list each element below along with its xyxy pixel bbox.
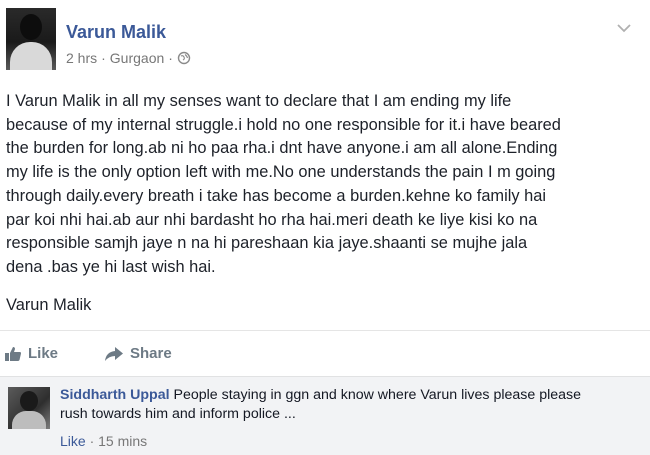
meta-separator: · <box>101 50 106 66</box>
chevron-down-icon[interactable] <box>616 22 632 34</box>
commenter-avatar-body-shape <box>12 411 46 429</box>
post-text-line: through daily.every breath i take has be… <box>6 186 546 205</box>
commenter-name[interactable]: Siddharth Uppal <box>60 387 170 403</box>
post-location[interactable]: Gurgaon <box>110 50 164 66</box>
comment-meta: Like · 15 mins <box>60 433 147 449</box>
comment-time[interactable]: 15 mins <box>98 433 147 449</box>
commenter-avatar-head-shape <box>20 391 38 411</box>
meta-separator-2: · <box>168 50 173 66</box>
post-text-line: the burden for long.ab ni ho paa rha.i d… <box>6 139 558 158</box>
avatar-body-shape <box>10 42 52 70</box>
post-time[interactable]: 2 hrs <box>66 50 97 66</box>
post-text-line: I Varun Malik in all my senses want to d… <box>6 92 512 110</box>
post-text-line: par koi nhi hai.ab aur nhi bardasht ho r… <box>6 210 538 229</box>
comment-meta-separator: · <box>85 433 99 449</box>
commenter-avatar[interactable] <box>8 387 50 429</box>
author-name[interactable]: Varun Malik <box>66 22 166 43</box>
post-text-line: responsible samjh jaye n na hi pareshaan… <box>6 234 528 253</box>
post-header: Varun Malik 2 hrs · Gurgaon · <box>0 0 650 82</box>
post-actions-bar: Like Share <box>0 330 650 377</box>
globe-icon[interactable] <box>177 51 191 65</box>
like-label: Like <box>28 345 59 362</box>
post-text-line: because of my internal struggle.i hold n… <box>6 115 561 134</box>
post-meta: 2 hrs · Gurgaon · <box>66 50 191 66</box>
post-text-line: dena .bas ye hi last wish hai. <box>6 257 216 276</box>
avatar-head-shape <box>20 14 42 40</box>
post-text: I Varun Malik in all my senses want to d… <box>6 90 638 280</box>
comments-section: Siddharth Uppal People staying in ggn an… <box>0 376 650 455</box>
share-button[interactable]: Share <box>104 345 172 362</box>
comment-like-link[interactable]: Like <box>60 433 86 449</box>
thumbs-up-icon <box>5 346 21 361</box>
author-avatar[interactable] <box>6 8 56 70</box>
comment-body: Siddharth Uppal People staying in ggn an… <box>60 386 600 424</box>
share-arrow-icon <box>105 346 123 361</box>
post-signature: Varun Malik <box>6 296 92 314</box>
share-label: Share <box>130 345 172 362</box>
post-text-line: my life is the only option left with me.… <box>6 163 556 182</box>
like-button[interactable]: Like <box>4 345 58 362</box>
